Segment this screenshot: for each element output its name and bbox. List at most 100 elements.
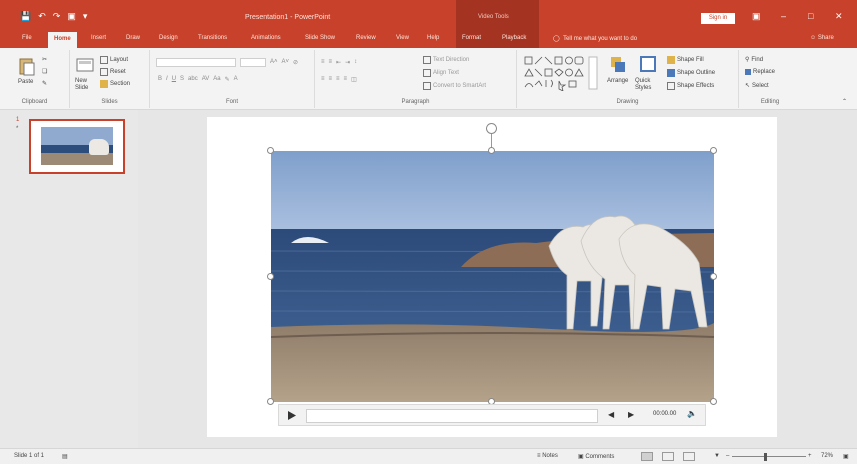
strikethrough-icon[interactable]: abc bbox=[188, 76, 198, 83]
bold-icon[interactable]: B bbox=[158, 76, 162, 83]
shape-outline-button[interactable]: Shape Outline bbox=[667, 69, 715, 77]
resize-handle-middle-right[interactable] bbox=[710, 273, 717, 280]
close-icon[interactable]: ✕ bbox=[835, 11, 843, 22]
tab-file[interactable]: File bbox=[22, 35, 32, 41]
quick-styles-button[interactable]: Quick Styles bbox=[635, 78, 661, 92]
normal-view-icon[interactable] bbox=[641, 452, 653, 461]
notes-button[interactable]: ≡ Notes bbox=[537, 453, 558, 459]
customize-qat-icon[interactable]: ▾ bbox=[83, 11, 88, 22]
text-direction-button[interactable]: Text Direction bbox=[423, 56, 469, 64]
fit-to-window-icon[interactable]: ▣ bbox=[843, 453, 849, 460]
quick-styles-icon[interactable] bbox=[639, 55, 657, 75]
character-spacing-icon[interactable]: AV bbox=[202, 76, 210, 83]
align-center-icon[interactable]: ≡ bbox=[329, 76, 333, 83]
tab-help[interactable]: Help bbox=[427, 35, 439, 41]
resize-handle-bottom-right[interactable] bbox=[710, 398, 717, 405]
resize-handle-top-left[interactable] bbox=[267, 147, 274, 154]
shapes-gallery[interactable] bbox=[523, 55, 601, 92]
line-spacing-icon[interactable]: ↕ bbox=[354, 59, 357, 66]
layout-button[interactable]: Layout bbox=[100, 56, 128, 64]
zoom-level[interactable]: 72% bbox=[821, 453, 833, 459]
progress-bar[interactable] bbox=[306, 409, 598, 423]
zoom-in-icon[interactable]: + bbox=[808, 453, 812, 459]
zoom-slider-thumb[interactable] bbox=[764, 453, 767, 461]
slide-sorter-view-icon[interactable] bbox=[662, 452, 674, 461]
video-object[interactable] bbox=[271, 151, 714, 402]
slideshow-view-icon[interactable]: ▼ bbox=[714, 453, 720, 459]
grow-font-icon[interactable]: A˄ bbox=[270, 59, 278, 66]
convert-smartart-button[interactable]: Convert to SmartArt bbox=[423, 82, 486, 90]
increase-indent-icon[interactable]: ⇥ bbox=[345, 59, 350, 66]
align-left-icon[interactable]: ≡ bbox=[321, 76, 325, 83]
tab-review[interactable]: Review bbox=[356, 35, 376, 41]
present-icon[interactable]: ▣ bbox=[67, 11, 76, 22]
replace-button[interactable]: Replace bbox=[745, 69, 775, 75]
underline-icon[interactable]: U bbox=[172, 76, 176, 83]
comments-button[interactable]: ▣ Comments bbox=[578, 453, 614, 460]
cut-icon[interactable]: ✂ bbox=[42, 56, 47, 63]
undo-icon[interactable]: ↶ bbox=[38, 11, 46, 22]
highlight-icon[interactable]: ✎ bbox=[225, 76, 230, 83]
resize-handle-middle-left[interactable] bbox=[267, 273, 274, 280]
play-icon[interactable] bbox=[284, 409, 298, 422]
share-button[interactable]: ☺ Share bbox=[810, 35, 834, 41]
align-text-button[interactable]: Align Text bbox=[423, 69, 459, 77]
reset-button[interactable]: Reset bbox=[100, 68, 126, 76]
ribbon-display-options-icon[interactable]: ▣ bbox=[752, 11, 761, 22]
reading-view-icon[interactable] bbox=[683, 452, 695, 461]
bullets-icon[interactable]: ≡ bbox=[321, 59, 325, 66]
justify-icon[interactable]: ≡ bbox=[344, 76, 348, 83]
new-slide-icon[interactable] bbox=[76, 56, 94, 76]
format-painter-icon[interactable]: ✎ bbox=[42, 80, 47, 87]
tab-transitions[interactable]: Transitions bbox=[198, 35, 227, 41]
skip-back-icon[interactable]: ◀ bbox=[608, 410, 614, 419]
tell-me-box[interactable]: ◯ Tell me what you want to do bbox=[553, 35, 637, 42]
sign-in-button[interactable]: Sign in bbox=[701, 13, 735, 24]
tab-insert[interactable]: Insert bbox=[91, 35, 106, 41]
shape-effects-button[interactable]: Shape Effects bbox=[667, 82, 714, 90]
font-color-icon[interactable]: A bbox=[234, 76, 238, 83]
collapse-ribbon-icon[interactable]: ⌃ bbox=[842, 98, 847, 105]
tab-slide-show[interactable]: Slide Show bbox=[305, 35, 335, 41]
tab-design[interactable]: Design bbox=[159, 35, 178, 41]
arrange-button[interactable]: Arrange bbox=[607, 78, 628, 84]
shadow-icon[interactable]: S bbox=[180, 76, 184, 83]
section-button[interactable]: Section bbox=[100, 80, 130, 88]
minimize-icon[interactable]: – bbox=[781, 11, 786, 21]
spellcheck-icon[interactable]: ▤ bbox=[62, 453, 68, 460]
resize-handle-top-right[interactable] bbox=[710, 147, 717, 154]
tab-view[interactable]: View bbox=[396, 35, 409, 41]
shape-fill-button[interactable]: Shape Fill bbox=[667, 56, 704, 64]
paste-button[interactable]: Paste bbox=[18, 79, 33, 85]
zoom-out-icon[interactable]: – bbox=[726, 453, 729, 459]
italic-icon[interactable]: I bbox=[166, 76, 168, 83]
find-button[interactable]: ⚲ Find bbox=[745, 56, 763, 64]
new-slide-button[interactable]: New Slide bbox=[75, 78, 97, 92]
copy-icon[interactable]: ❏ bbox=[42, 68, 47, 75]
paste-icon[interactable] bbox=[18, 56, 36, 76]
resize-handle-top-center[interactable] bbox=[488, 147, 495, 154]
align-right-icon[interactable]: ≡ bbox=[336, 76, 340, 83]
decrease-indent-icon[interactable]: ⇤ bbox=[336, 59, 341, 66]
maximize-icon[interactable]: □ bbox=[808, 11, 813, 21]
shrink-font-icon[interactable]: A˅ bbox=[282, 59, 290, 66]
arrange-icon[interactable] bbox=[609, 55, 627, 75]
zoom-slider[interactable] bbox=[732, 456, 806, 457]
redo-icon[interactable]: ↷ bbox=[53, 11, 61, 22]
tab-format[interactable]: Format bbox=[462, 35, 481, 41]
rotate-handle[interactable] bbox=[486, 123, 497, 134]
change-case-icon[interactable]: Aa bbox=[213, 76, 220, 83]
font-size-dropdown[interactable] bbox=[240, 58, 266, 67]
volume-icon[interactable]: 🔈 bbox=[687, 409, 697, 418]
resize-handle-bottom-left[interactable] bbox=[267, 398, 274, 405]
slide-thumbnail[interactable] bbox=[29, 119, 125, 174]
font-family-dropdown[interactable] bbox=[156, 58, 236, 67]
tab-playback[interactable]: Playback bbox=[502, 35, 526, 41]
numbering-icon[interactable]: ≡ bbox=[329, 59, 333, 66]
tab-home[interactable]: Home bbox=[48, 32, 77, 48]
save-icon[interactable]: 💾 bbox=[20, 11, 31, 22]
tab-animations[interactable]: Animations bbox=[251, 35, 281, 41]
columns-icon[interactable]: ◫ bbox=[351, 76, 357, 83]
skip-forward-icon[interactable]: ▶ bbox=[628, 410, 634, 419]
select-button[interactable]: ↖ Select bbox=[745, 82, 769, 90]
